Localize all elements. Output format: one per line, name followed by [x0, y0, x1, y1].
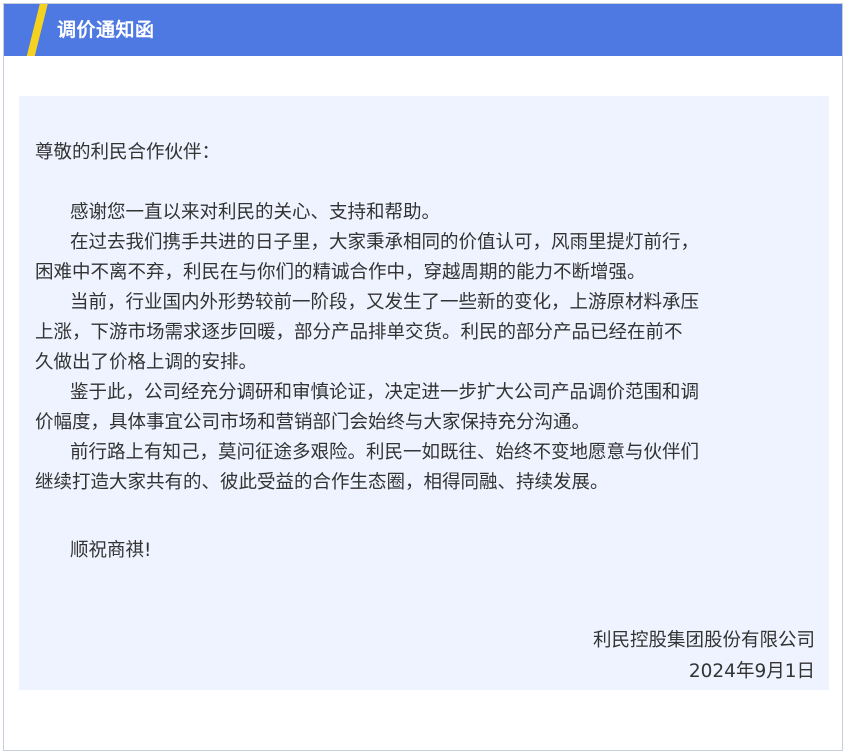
body-line: 上涨，下游市场需求逐步回暖，部分产品排单交货。利民的部分产品已经在前不	[35, 322, 683, 343]
body-line: 久做出了价格上调的安排。	[35, 352, 258, 373]
letter-salutation: 尊敬的利民合作伙伴：	[35, 142, 221, 163]
body-line: 当前，行业国内外形势较前一阶段，又发生了一些新的变化，上游原材料承压	[70, 292, 700, 313]
body-line: 继续打造大家共有的、彼此受益的合作生态圈，相得同融、持续发展。	[35, 472, 609, 493]
body-line: 价幅度，具体事宜公司市场和营销部门会始终与大家保持充分沟通。	[35, 412, 591, 433]
letter-body: 感谢您一直以来对利民的关心、支持和帮助。 在过去我们携手共进的日子里，大家秉承相…	[35, 198, 815, 498]
body-line: 鉴于此，公司经充分调研和审慎论证，决定进一步扩大公司产品调价范围和调	[70, 382, 700, 403]
header-bar: 调价通知函	[4, 4, 842, 56]
letter-panel: 尊敬的利民合作伙伴： 感谢您一直以来对利民的关心、支持和帮助。 在过去我们携手共…	[19, 96, 829, 690]
page-title: 调价通知函	[57, 19, 155, 41]
body-line: 在过去我们携手共进的日子里，大家秉承相同的价值认可，风雨里提灯前行，	[70, 232, 700, 253]
signature-date: 2024年9月1日	[688, 661, 815, 682]
body-line: 感谢您一直以来对利民的关心、支持和帮助。	[70, 202, 441, 223]
signature-company: 利民控股集团股份有限公司	[592, 630, 815, 651]
header-accent-stripe	[25, 4, 49, 56]
notice-frame: 调价通知函 尊敬的利民合作伙伴： 感谢您一直以来对利民的关心、支持和帮助。 在过…	[3, 3, 843, 751]
body-line: 前行路上有知己，莫问征途多艰险。利民一如既往、始终不变地愿意与伙伴们	[70, 442, 700, 463]
body-line: 困难中不离不弃，利民在与你们的精诚合作中，穿越周期的能力不断增强。	[35, 262, 646, 283]
letter-closing: 顺祝商祺!	[70, 540, 152, 561]
